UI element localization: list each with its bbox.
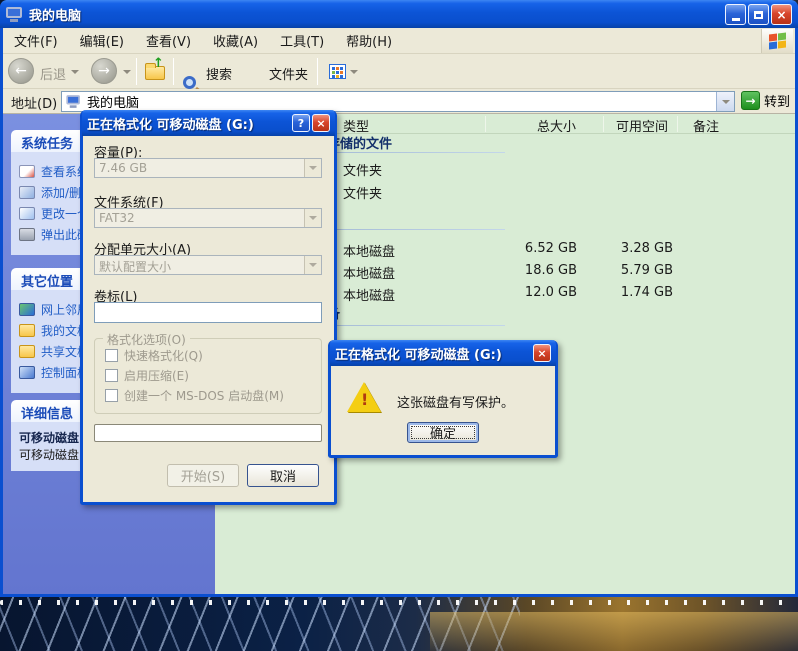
my-documents-icon [19,324,35,337]
shared-documents-icon [19,345,35,358]
menu-view[interactable]: 查看(V) [135,27,202,54]
change-setting-icon [19,207,35,220]
enable-compression-checkbox[interactable]: 启用压缩(E) [105,367,189,384]
file-system-dropdown-icon [304,209,321,227]
system-info-icon [19,165,35,178]
row-disk-3-type[interactable]: 本地磁盘 [343,285,395,304]
forward-button[interactable]: → [91,58,117,84]
row-disk-1-total: 6.52 GB [487,241,577,256]
address-dropdown-button[interactable] [716,92,734,111]
msdos-startup-checkbox[interactable]: 创建一个 MS-DOS 启动盘(M) [105,387,284,404]
menu-tools[interactable]: 工具(T) [269,27,335,54]
windows-logo [761,29,793,53]
forward-dropdown-icon[interactable] [123,70,131,74]
minimize-button[interactable] [725,4,746,25]
allocation-dropdown-icon [304,256,321,274]
bridge-road-photo [430,612,798,651]
start-button[interactable]: 开始(S) [167,464,239,487]
windows-flag-icon [769,33,787,49]
warning-icon: ! [347,382,381,412]
views-caret-icon [350,70,358,74]
error-dialog-body: ! 这张磁盘有写保护。 确定 [331,366,555,455]
row-folder-1-type[interactable]: 文件夹 [343,160,382,179]
checkbox-icon [105,349,118,362]
checkbox-icon2 [105,369,118,382]
window-title: 我的电脑 [29,5,81,24]
menu-file[interactable]: 文件(F) [3,27,69,54]
ok-button[interactable]: 确定 [407,422,479,443]
address-combobox[interactable]: 我的电脑 [61,91,735,112]
checkbox-icon3 [105,389,118,402]
bridge-lights-photo [0,600,798,605]
error-dialog-title: 正在格式化 可移动磁盘 (G:) [335,344,502,363]
format-options-groupbox: 格式化选项(O) 快速格式化(Q) 启用压缩(E) 创建一个 MS-DOS 启动… [94,338,322,414]
help-button[interactable]: ? [292,114,310,132]
format-dialog-body: 容量(P): 7.46 GB 文件系统(F) FAT32 分配单元大小(A) 默… [83,136,334,502]
go-button[interactable]: → 转到 [741,91,790,110]
network-places-icon [19,303,35,316]
eject-disk-icon [19,228,35,241]
format-dialog-title: 正在格式化 可移动磁盘 (G:) [87,114,254,133]
back-dropdown-icon[interactable] [71,70,79,74]
error-dialog-close-button[interactable]: × [533,344,551,362]
address-label: 地址(D) [11,93,57,112]
toolbar-separator2 [173,58,174,85]
quick-format-checkbox[interactable]: 快速格式化(Q) [105,347,203,364]
window-titlebar[interactable]: 我的电脑 × [0,0,798,28]
toolbar-separator3 [317,58,318,85]
error-message: 这张磁盘有写保护。 [397,392,514,411]
close-button[interactable]: × [771,4,792,25]
row-folder-2-type[interactable]: 文件夹 [343,183,382,202]
volume-label-input[interactable] [94,302,322,323]
file-system-combobox: FAT32 [94,208,322,228]
address-value: 我的电脑 [87,92,139,111]
capacity-dropdown-icon [304,159,321,177]
search-label[interactable]: 搜索 [206,64,232,83]
format-dialog-close-button[interactable]: × [312,114,330,132]
go-label: 转到 [764,91,790,110]
menu-favorites[interactable]: 收藏(A) [202,27,269,54]
toolbar-separator [136,58,137,85]
format-dialog-titlebar[interactable]: 正在格式化 可移动磁盘 (G:) ? × [82,110,335,136]
capacity-combobox: 7.46 GB [94,158,322,178]
toolbar: ← 后退 → ↑ 搜索 文件夹 [3,54,795,89]
cancel-button[interactable]: 取消 [247,464,319,487]
error-dialog: 正在格式化 可移动磁盘 (G:) × ! 这张磁盘有写保护。 确定 [328,340,558,458]
back-label: 后退 [40,64,66,83]
back-button[interactable]: ← [8,58,34,84]
column-separator2[interactable] [603,116,604,132]
format-progress-bar [94,424,322,442]
control-panel-icon [19,366,35,379]
views-grid-icon [329,64,346,79]
menu-help[interactable]: 帮助(H) [335,27,403,54]
up-arrow-icon: ↑ [153,56,164,71]
address-computer-icon [66,95,81,108]
allocation-combobox: 默认配置大小 [94,255,322,275]
row-disk-2-type[interactable]: 本地磁盘 [343,263,395,282]
row-disk-2-total: 18.6 GB [487,263,577,278]
views-button[interactable] [325,58,365,85]
column-separator3[interactable] [677,116,678,132]
add-remove-icon [19,186,35,199]
row-disk-3-free: 1.74 GB [578,285,673,300]
menu-bar: 文件(F) 编辑(E) 查看(V) 收藏(A) 工具(T) 帮助(H) [3,28,795,54]
row-disk-1-type[interactable]: 本地磁盘 [343,241,395,260]
my-computer-icon [6,7,24,22]
maximize-button[interactable] [748,4,769,25]
format-options-label: 格式化选项(O) [103,331,190,348]
format-dialog: 正在格式化 可移动磁盘 (G:) ? × 容量(P): 7.46 GB 文件系统… [80,110,337,505]
row-disk-2-free: 5.79 GB [578,263,673,278]
go-arrow-icon: → [741,91,760,110]
folders-label[interactable]: 文件夹 [269,64,308,83]
error-dialog-titlebar[interactable]: 正在格式化 可移动磁盘 (G:) × [330,340,556,366]
menu-edit[interactable]: 编辑(E) [69,27,135,54]
row-disk-1-free: 3.28 GB [578,241,673,256]
row-disk-3-total: 12.0 GB [487,285,577,300]
search-icon[interactable] [183,76,196,89]
column-separator[interactable] [485,116,486,132]
